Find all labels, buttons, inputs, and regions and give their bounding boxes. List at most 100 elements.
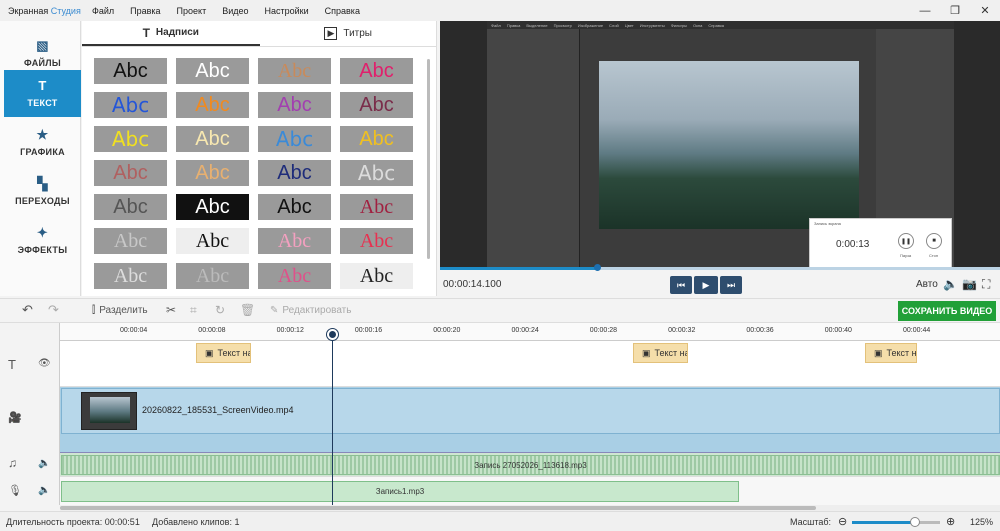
zoom-out-icon[interactable]: ⊖ — [838, 515, 847, 528]
text-style-tile[interactable]: Abc — [94, 228, 167, 254]
minimize-button[interactable]: — — [910, 0, 940, 21]
text-style-tile[interactable]: Abc — [176, 228, 249, 254]
sidebar-item-transitions[interactable]: ▚ ПЕРЕХОДЫ — [4, 168, 81, 215]
text-style-tile[interactable]: Abc — [258, 194, 331, 220]
text-style-tile[interactable]: Abc — [258, 126, 331, 152]
text-style-tile[interactable]: Abc — [340, 194, 413, 220]
menu-file[interactable]: Файл — [92, 6, 114, 16]
ruler-tick-label: 00:00:16 — [354, 327, 383, 334]
text-clip[interactable]: ▣Текст на — [865, 343, 917, 363]
menu-bar: Файл Правка Проект Видео Настройки Справ… — [84, 6, 360, 16]
text-style-tile[interactable]: Abc — [340, 92, 413, 118]
trash-icon[interactable]: 🗑 — [240, 303, 255, 317]
text-style-tile[interactable]: Abc — [176, 126, 249, 152]
text-style-tile[interactable]: Abc — [94, 58, 167, 84]
ruler-tick-label: 00:00:44 — [903, 327, 931, 334]
crop-icon[interactable]: ⌗ — [190, 303, 197, 318]
clips-count: Добавлено клипов: 1 — [152, 517, 240, 527]
text-styles-panel: T Надписи ▶ Титры Abc Abc Abc Abc Abc Abc Abc A… — [82, 21, 437, 296]
split-label: Разделить — [99, 305, 148, 316]
text-style-tile[interactable]: Abc — [94, 263, 167, 289]
text-clip-label: Текст на — [217, 348, 251, 358]
captured-menu-item: Справка — [708, 22, 725, 28]
text-style-tile[interactable]: Abc — [258, 160, 331, 186]
text-style-tile[interactable]: Abc — [94, 160, 167, 186]
menu-project[interactable]: Проект — [177, 6, 207, 16]
quality-auto[interactable]: Авто — [916, 279, 938, 290]
ruler-tick-label: 00:00:04 — [120, 327, 148, 334]
tab-captions[interactable]: T Надписи — [82, 21, 260, 46]
text-style-tile[interactable]: Abc — [176, 194, 249, 220]
text-clip[interactable]: ▣Текст на — [633, 343, 688, 363]
ruler-tick-label: 00:00:12 — [276, 327, 304, 334]
split-button[interactable]: ⫿ Разделить — [92, 305, 148, 316]
progress-fill — [440, 267, 597, 270]
playhead-line[interactable] — [332, 329, 333, 505]
text-style-tile[interactable]: Abc — [258, 92, 331, 118]
captured-menu-item: Окна — [693, 22, 703, 28]
captured-app-toolbox — [487, 29, 580, 267]
menu-help[interactable]: Справка — [325, 6, 360, 16]
audio-clip[interactable]: Запись 27052026_113618.mp3 — [61, 455, 1000, 475]
text-icon: T — [142, 25, 150, 40]
zoom-in-icon[interactable]: ⊕ — [946, 515, 955, 528]
eye-icon[interactable]: 👁 — [38, 358, 51, 369]
sidebar-item-graphics[interactable]: ★ ГРАФИКА — [4, 119, 81, 166]
menu-edit[interactable]: Правка — [130, 6, 160, 16]
track-headers: T 👁 🎥 ♫ 🔈 🎙 🔈 — [0, 323, 60, 505]
save-video-button[interactable]: СОХРАНИТЬ ВИДЕО — [898, 301, 996, 321]
captured-menu-item: Слой — [609, 22, 619, 28]
volume-icon[interactable]: 🔈 — [38, 458, 50, 469]
text-style-tile[interactable]: Abc — [258, 263, 331, 289]
text-style-tile[interactable]: Abc — [258, 58, 331, 84]
rotate-icon[interactable]: ↻ — [215, 303, 225, 317]
tab-titles[interactable]: ▶ Титры — [260, 21, 438, 46]
sidebar-item-label: ТЕКСТ — [27, 98, 58, 108]
sidebar-item-text[interactable]: T ТЕКСТ — [4, 70, 81, 117]
edit-button[interactable]: ✎ Редактировать — [270, 305, 351, 316]
undo-icon[interactable]: ↶ — [22, 302, 33, 318]
text-style-tile[interactable]: Abc — [176, 160, 249, 186]
volume-icon[interactable]: 🔈 — [38, 485, 50, 496]
text-style-tile[interactable]: Abc — [340, 126, 413, 152]
zoom-handle[interactable] — [910, 517, 920, 527]
text-style-tile[interactable]: Abc — [340, 160, 413, 186]
zoom-slider[interactable] — [852, 517, 940, 527]
text-style-tile[interactable]: Abc — [94, 92, 167, 118]
text-style-tile[interactable]: Abc — [94, 194, 167, 220]
text-style-tile[interactable]: Abc — [340, 263, 413, 289]
video-clip[interactable]: 20260822_185531_ScreenVideo.mp4 — [61, 388, 1000, 434]
panel-scrollbar[interactable] — [427, 59, 430, 259]
progress-handle[interactable] — [593, 264, 601, 271]
redo-icon[interactable]: ↷ — [48, 302, 59, 318]
video-preview[interactable]: Файл Правка Выделение Просмотр Изображение Сл… — [440, 21, 1000, 268]
text-style-tile[interactable]: Abc — [340, 228, 413, 254]
menu-settings[interactable]: Настройки — [265, 6, 309, 16]
text-style-tile[interactable]: Abc — [176, 263, 249, 289]
timeline-ruler[interactable]: 00:00:04 00:00:08 00:00:12 00:00:16 00:00:20… — [60, 323, 1000, 341]
stop-icon: ■ — [926, 233, 942, 249]
close-button[interactable]: ✕ — [970, 0, 1000, 21]
text-style-tile[interactable]: Abc — [94, 126, 167, 152]
timeline-scroll-thumb[interactable] — [60, 506, 816, 510]
tab-label: Титры — [343, 28, 372, 39]
text-style-tile[interactable]: Abc — [340, 58, 413, 84]
sidebar-item-effects[interactable]: ✦ ЭФФЕКТЫ — [4, 217, 81, 264]
playhead-handle[interactable] — [327, 329, 338, 340]
next-frame-button[interactable]: ⏭ — [720, 276, 742, 294]
volume-icon[interactable]: 🔈 — [943, 277, 958, 291]
preview-progress-bar[interactable] — [440, 264, 1000, 271]
text-style-tile[interactable]: Abc — [176, 92, 249, 118]
prev-frame-button[interactable]: ⏮ — [670, 276, 692, 294]
voice-clip[interactable]: Запись1.mp3 — [61, 481, 739, 502]
play-button[interactable]: ▶ — [694, 276, 718, 294]
text-style-tile[interactable]: Abc — [258, 228, 331, 254]
text-clip[interactable]: ▣Текст на — [196, 343, 251, 363]
tab-label: Надписи — [155, 27, 199, 38]
text-style-tile[interactable]: Abc — [176, 58, 249, 84]
scissors-icon[interactable]: ✂ — [166, 303, 176, 317]
maximize-button[interactable]: ❐ — [940, 0, 970, 21]
menu-video[interactable]: Видео — [222, 6, 248, 16]
camera-icon[interactable]: 📷 — [962, 277, 977, 291]
fullscreen-icon[interactable]: ⛶ — [982, 277, 990, 292]
